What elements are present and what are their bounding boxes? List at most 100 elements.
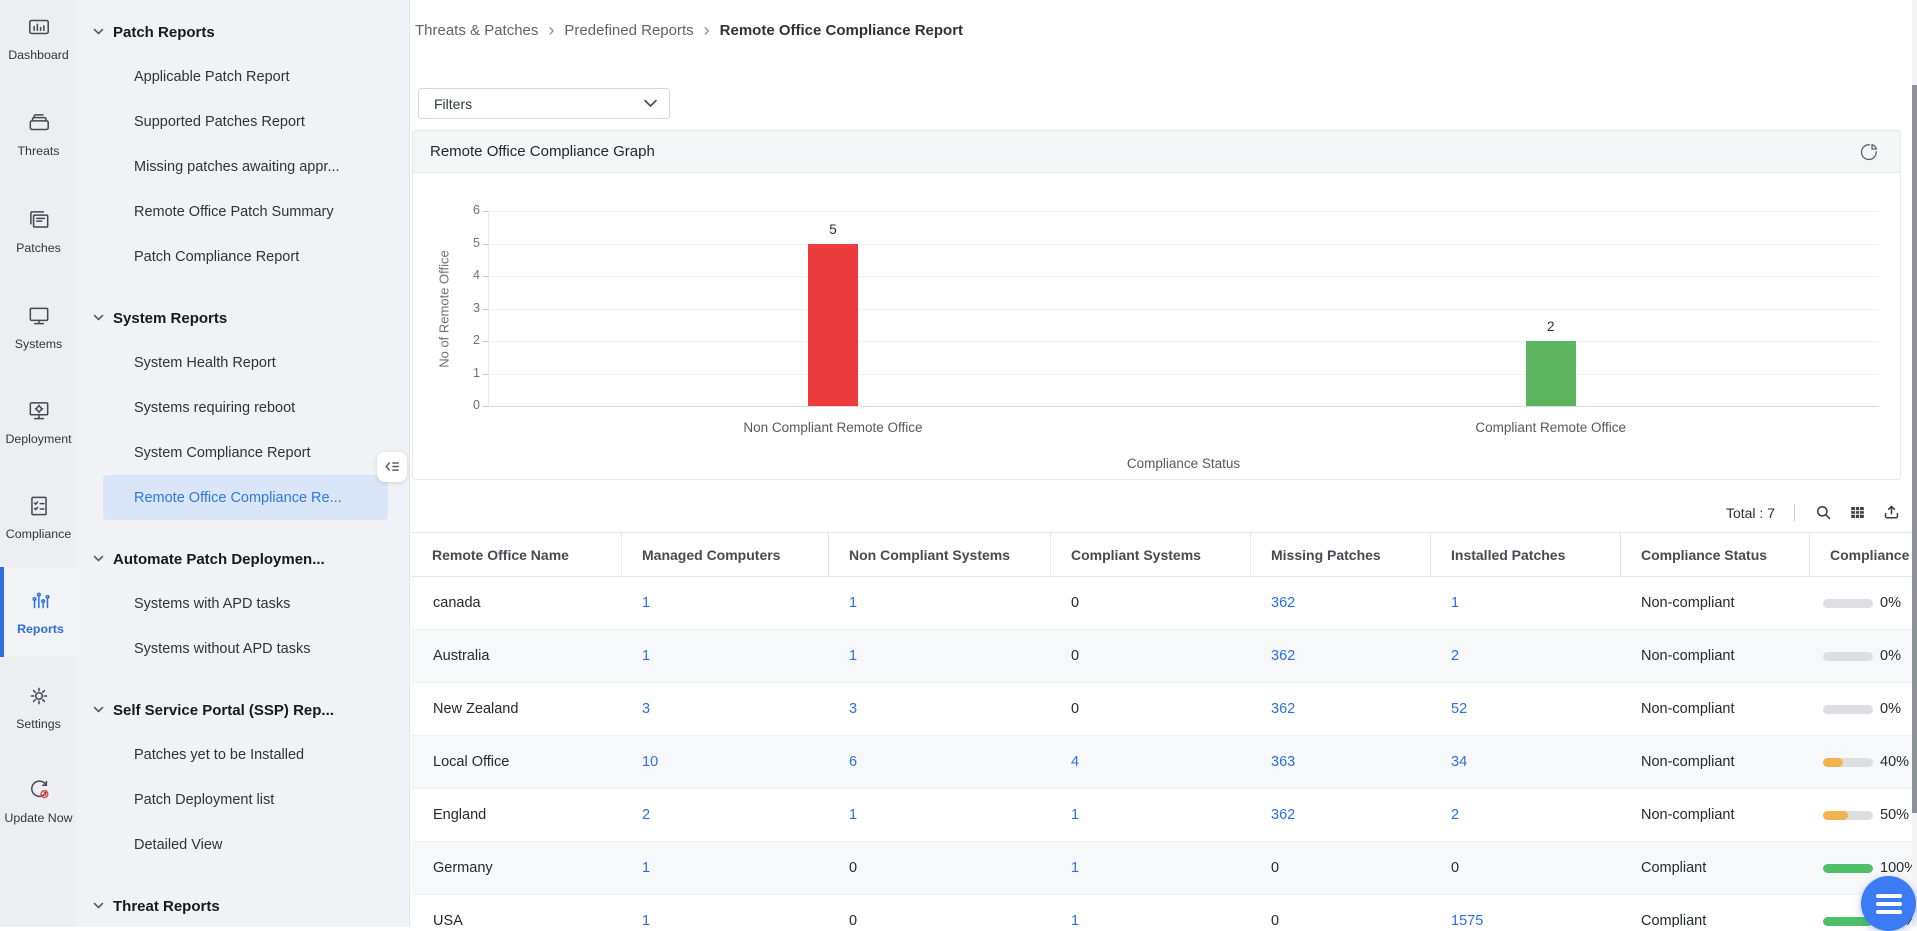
cell-compliance-status: Non-compliant — [1620, 736, 1809, 788]
cell-missing-patches[interactable]: 362 — [1271, 648, 1295, 664]
table-view-icon[interactable] — [1848, 503, 1867, 522]
cell-managed-computers[interactable]: 10 — [642, 754, 658, 770]
cell-installed-patches[interactable]: 1575 — [1451, 913, 1483, 927]
breadcrumb-separator-icon: › — [704, 21, 710, 39]
chevron-down-icon — [93, 314, 104, 322]
cell-non-compliant-systems[interactable]: 6 — [849, 754, 857, 770]
column-header-compliance-status[interactable]: Compliance Status — [1620, 533, 1809, 576]
cell-managed-computers[interactable]: 1 — [642, 648, 650, 664]
column-header-compliance-percentage[interactable]: Compliance — [1809, 533, 1917, 576]
column-header-remote-office-name[interactable]: Remote Office Name — [412, 533, 621, 576]
nav-item-remote-office-patch-summary[interactable]: Remote Office Patch Summary — [77, 189, 409, 234]
nav-item-detailed-view[interactable]: Detailed View — [77, 822, 409, 867]
compliance-graph-panel: Remote Office Compliance Graph 01234565N… — [412, 130, 1901, 480]
cell-installed-patches[interactable]: 52 — [1451, 701, 1467, 717]
search-icon[interactable] — [1814, 503, 1833, 522]
sidebar-item-systems[interactable]: Systems — [0, 282, 77, 372]
column-header-installed-patches[interactable]: Installed Patches — [1430, 533, 1620, 576]
nav-item-remote-office-compliance-report-selected[interactable]: Remote Office Compliance Re... — [103, 475, 388, 520]
nav-item-patch-compliance-report[interactable]: Patch Compliance Report — [77, 234, 409, 279]
collapse-nav-button[interactable] — [377, 452, 407, 482]
chevron-down-icon — [93, 28, 104, 36]
nav-section-header[interactable]: Automate Patch Deploymen... — [77, 537, 409, 581]
gridline — [488, 211, 1879, 212]
update-now-icon — [26, 777, 52, 803]
nav-section-header[interactable]: Self Service Portal (SSP) Rep... — [77, 688, 409, 732]
cell-missing-patches[interactable]: 362 — [1271, 701, 1295, 717]
sidebar-item-settings[interactable]: Settings — [0, 662, 77, 752]
sidebar-item-threats[interactable]: Threats — [0, 89, 77, 179]
cell-non-compliant-systems[interactable]: 1 — [849, 648, 857, 664]
nav-section-system-reports: System Reports System Health Report Syst… — [77, 296, 409, 520]
cell-compliant-systems[interactable]: 1 — [1071, 913, 1079, 927]
cell-non-compliant-systems[interactable]: 1 — [849, 807, 857, 823]
nav-item-patch-deployment-list[interactable]: Patch Deployment list — [77, 777, 409, 822]
sidebar-item-deployment[interactable]: Deployment — [0, 377, 77, 467]
sidebar-item-patches[interactable]: Patches — [0, 186, 77, 276]
vertical-scrollbar[interactable] — [1912, 0, 1917, 927]
filters-dropdown[interactable]: Filters — [418, 88, 670, 119]
nav-section-ssp-reports: Self Service Portal (SSP) Rep... Patches… — [77, 688, 409, 867]
breadcrumb-threats-and-patches[interactable]: Threats & Patches — [415, 22, 538, 39]
scrollbar-thumb[interactable] — [1912, 85, 1917, 813]
cell-managed-computers[interactable]: 3 — [642, 701, 650, 717]
nav-section-header[interactable]: Threat Reports — [77, 884, 409, 927]
icon-sidebar: Dashboard Threats Patches Systems Deploy… — [0, 0, 77, 927]
pie-chart-toggle-icon[interactable] — [1858, 141, 1880, 163]
threats-icon — [26, 110, 52, 136]
nav-item-patches-yet-to-be-installed[interactable]: Patches yet to be Installed — [77, 732, 409, 777]
cell-compliant-systems[interactable]: 4 — [1071, 754, 1079, 770]
cell-installed-patches[interactable]: 1 — [1451, 595, 1459, 611]
cell-compliance-percentage: 0% — [1809, 577, 1917, 629]
sidebar-item-reports[interactable]: Reports — [0, 567, 77, 657]
cat-label: Compliant Remote Office — [1391, 420, 1711, 435]
column-header-non-compliant-systems[interactable]: Non Compliant Systems — [828, 533, 1050, 576]
column-header-managed-computers[interactable]: Managed Computers — [621, 533, 828, 576]
sidebar-item-update-now[interactable]: Update Now — [0, 756, 77, 846]
table-row: Germany 1 0 1 0 0 Compliant 100% — [412, 842, 1917, 895]
sidebar-item-compliance[interactable]: Compliance — [0, 472, 77, 562]
cell-missing-patches[interactable]: 362 — [1271, 807, 1295, 823]
nav-item-system-compliance-report[interactable]: System Compliance Report — [77, 430, 409, 475]
cell-missing-patches[interactable]: 363 — [1271, 754, 1295, 770]
cell-managed-computers[interactable]: 2 — [642, 807, 650, 823]
cell-missing-patches: 0 — [1271, 913, 1279, 927]
cell-installed-patches[interactable]: 34 — [1451, 754, 1467, 770]
nav-item-systems-with-apd-tasks[interactable]: Systems with APD tasks — [77, 581, 409, 626]
bar[interactable] — [808, 244, 858, 407]
cell-missing-patches[interactable]: 362 — [1271, 595, 1295, 611]
column-header-missing-patches[interactable]: Missing Patches — [1250, 533, 1430, 576]
nav-section-title: Patch Reports — [113, 24, 215, 41]
nav-item-supported-patches-report[interactable]: Supported Patches Report — [77, 99, 409, 144]
sidebar-item-dashboard[interactable]: Dashboard — [0, 0, 77, 83]
column-header-compliant-systems[interactable]: Compliant Systems — [1050, 533, 1250, 576]
nav-item-missing-patches-awaiting-approval[interactable]: Missing patches awaiting appr... — [77, 144, 409, 189]
cell-installed-patches[interactable]: 2 — [1451, 648, 1459, 664]
nav-section-header[interactable]: Patch Reports — [77, 10, 409, 54]
compliance-percentage-label: 0% — [1880, 595, 1901, 611]
breadcrumb-separator-icon: › — [548, 21, 554, 39]
cell-managed-computers[interactable]: 1 — [642, 595, 650, 611]
chevron-down-icon — [93, 706, 104, 714]
cell-remote-office-name: England — [412, 789, 621, 841]
nav-item-applicable-patch-report[interactable]: Applicable Patch Report — [77, 54, 409, 99]
cell-installed-patches[interactable]: 2 — [1451, 807, 1459, 823]
nav-item-systems-requiring-reboot[interactable]: Systems requiring reboot — [77, 385, 409, 430]
cell-compliant-systems[interactable]: 1 — [1071, 860, 1079, 876]
compliance-progressbar — [1823, 811, 1873, 820]
cell-non-compliant-systems[interactable]: 1 — [849, 595, 857, 611]
bar[interactable] — [1526, 341, 1576, 406]
nav-item-systems-without-apd-tasks[interactable]: Systems without APD tasks — [77, 626, 409, 671]
gridline — [488, 276, 1879, 277]
breadcrumb-predefined-reports[interactable]: Predefined Reports — [564, 22, 693, 39]
nav-item-system-health-report[interactable]: System Health Report — [77, 340, 409, 385]
cell-managed-computers[interactable]: 1 — [642, 913, 650, 927]
cell-compliant-systems[interactable]: 1 — [1071, 807, 1079, 823]
export-icon[interactable] — [1882, 503, 1901, 522]
cell-non-compliant-systems[interactable]: 3 — [849, 701, 857, 717]
quick-actions-fab[interactable] — [1861, 876, 1916, 931]
nav-section-header[interactable]: System Reports — [77, 296, 409, 340]
patches-icon — [26, 207, 52, 233]
baseline — [488, 406, 1879, 407]
cell-managed-computers[interactable]: 1 — [642, 860, 650, 876]
